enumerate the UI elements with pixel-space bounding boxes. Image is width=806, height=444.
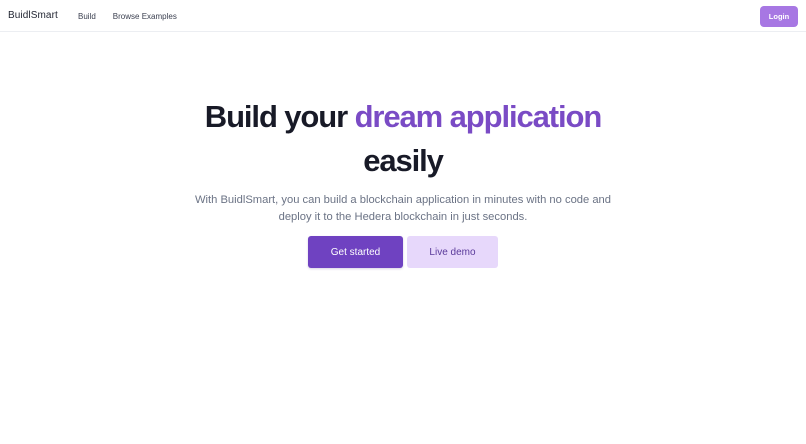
landing-page: BuidlSmart Build Browse Examples Login B…	[0, 0, 806, 444]
hero-subtitle-line-1: With BuidlSmart, you can build a blockch…	[194, 194, 612, 206]
hero-subtitle: With BuidlSmart, you can build a blockch…	[0, 192, 806, 225]
login-button[interactable]: Login	[760, 6, 798, 27]
nav-link-build[interactable]: Build	[78, 12, 96, 21]
navbar: BuidlSmart Build Browse Examples Login	[0, 0, 806, 32]
hero-title-part1: Build your	[204, 99, 355, 134]
get-started-button[interactable]: Get started	[308, 236, 403, 268]
hero-title: Build your dream application easily	[0, 95, 806, 183]
live-demo-button[interactable]: Live demo	[407, 236, 498, 268]
hero-title-accent: dream application	[354, 99, 603, 134]
hero-subtitle-line-2: deploy it to the Hedera blockchain in ju…	[278, 210, 528, 223]
brand-logo-text[interactable]: BuidlSmart	[8, 10, 58, 21]
nav-link-browse-examples[interactable]: Browse Examples	[113, 12, 177, 21]
nav-links: Build Browse Examples	[78, 12, 177, 21]
hero-title-part2: easily	[363, 143, 444, 178]
hero-title-line-1: Build your dream application	[0, 95, 806, 139]
